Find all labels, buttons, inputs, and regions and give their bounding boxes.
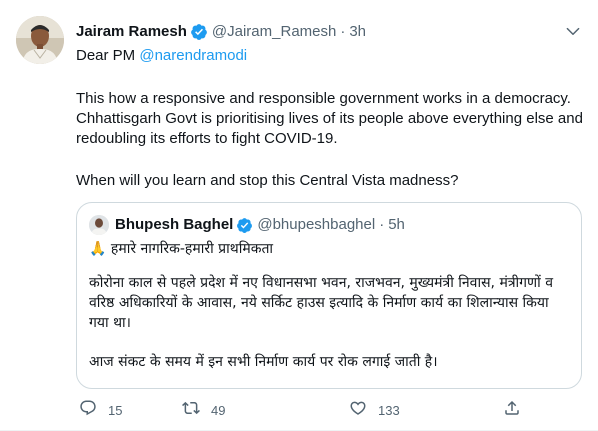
quoted-tweet[interactable]: Bhupesh Baghel @bhupeshbaghel · 5h 🙏 हमा… (76, 202, 582, 389)
quoted-author-handle: @bhupeshbaghel (257, 216, 376, 233)
tweet-paragraph-2: When will you learn and stop this Centra… (76, 172, 459, 189)
tweet-header: Jairam Ramesh @Jairam_Ramesh · 3h (76, 22, 366, 42)
chevron-down-icon[interactable] (562, 20, 584, 42)
tweet-actions: 15 49 133 (76, 398, 519, 422)
quoted-author-name: Bhupesh Baghel (115, 216, 234, 233)
tweet-paragraph-1: This how a responsive and responsible go… (76, 90, 583, 147)
quoted-line-1: 🙏 हमारे नागरिक-हमारी प्राथमिकता (89, 241, 274, 257)
quoted-author-avatar (89, 215, 109, 235)
share-icon (503, 399, 521, 422)
retweet-icon (182, 399, 200, 422)
reply-icon (79, 399, 97, 422)
tweet-greeting: Dear PM @narendramodi (76, 46, 586, 66)
verified-badge-icon (190, 23, 208, 41)
quoted-header-separator: · (379, 216, 385, 233)
mention-link[interactable]: @narendramodi (139, 47, 247, 64)
tweet[interactable]: Jairam Ramesh @Jairam_Ramesh · 3h Dear P… (0, 0, 598, 431)
like-button[interactable]: 133 (349, 399, 400, 422)
quoted-tweet-header: Bhupesh Baghel @bhupeshbaghel · 5h (89, 215, 405, 235)
reply-count: 15 (108, 402, 123, 418)
retweet-button[interactable]: 49 (182, 399, 225, 422)
author-handle[interactable]: @Jairam_Ramesh (212, 22, 336, 42)
heart-icon (349, 399, 367, 422)
like-count: 133 (378, 402, 400, 418)
greeting-text: Dear PM (76, 47, 140, 64)
author-name[interactable]: Jairam Ramesh (76, 22, 187, 42)
verified-badge-icon (236, 217, 253, 234)
header-separator: · (340, 23, 346, 40)
quoted-paragraph-1: कोरोना काल से पहले प्रदेश में नए विधानसभ… (89, 275, 554, 331)
share-button[interactable] (503, 399, 521, 422)
tweet-timestamp[interactable]: 3h (349, 22, 366, 42)
quoted-paragraph-2: आज संकट के समय में इन सभी निर्माण कार्य … (89, 354, 438, 370)
author-avatar[interactable] (16, 16, 64, 64)
retweet-count: 49 (211, 402, 226, 418)
quoted-timestamp: 5h (388, 216, 405, 233)
reply-button[interactable]: 15 (79, 399, 122, 422)
